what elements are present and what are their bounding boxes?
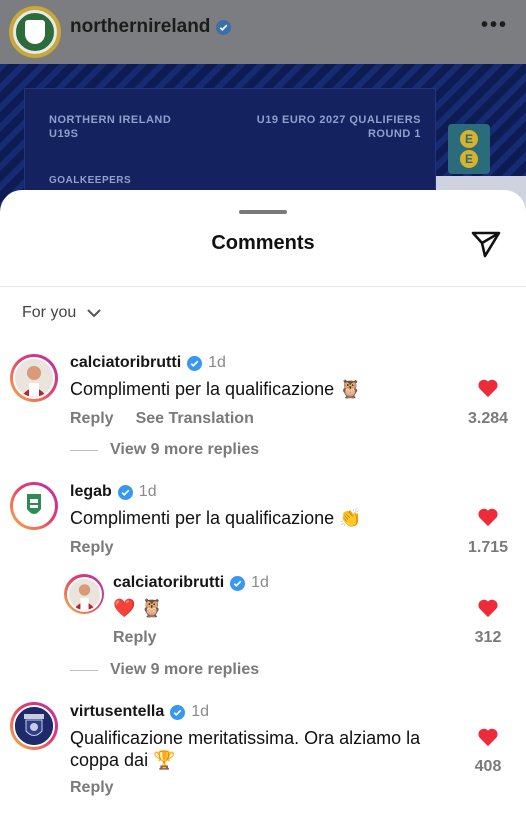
avatar[interactable] (10, 354, 58, 402)
profile-avatar[interactable] (9, 6, 61, 58)
reply-text: ❤️ 🦉 (113, 597, 163, 619)
owl-emoji: 🦉 (140, 598, 163, 618)
red-heart-emoji: ❤️ (113, 598, 136, 618)
verified-badge-icon (170, 704, 186, 720)
sponsor-logo: E E (448, 124, 490, 174)
comment-text: Complimenti per la qualificazione 🦉 (70, 379, 362, 399)
card-section-label: GOALKEEPERS (49, 175, 132, 186)
verified-badge-icon (230, 575, 246, 591)
thread-line (70, 449, 98, 451)
post-username[interactable]: northernireland (70, 16, 232, 38)
like-count[interactable]: 312 (458, 629, 518, 647)
see-translation-button[interactable]: See Translation (136, 410, 254, 428)
more-options-icon[interactable]: ••• (481, 14, 508, 37)
reply-time: 1d (251, 574, 269, 591)
reply-button[interactable]: Reply (113, 629, 157, 647)
reply-button[interactable]: Reply (70, 410, 114, 428)
like-heart-icon[interactable] (477, 727, 499, 747)
reply-username[interactable]: calciatoribrutti 1d (113, 574, 269, 592)
trophy-emoji: 🏆 (153, 750, 176, 770)
card-round: ROUND 1 (367, 128, 421, 140)
view-more-replies[interactable]: View 9 more replies (70, 441, 259, 459)
comment-username[interactable]: calciatoribrutti 1d (70, 354, 226, 372)
chevron-down-icon (87, 309, 101, 318)
reply-actions: Reply (113, 629, 157, 647)
view-more-replies[interactable]: View 9 more replies (70, 661, 259, 679)
comment-time: 1d (138, 483, 157, 500)
comments-sheet: Comments For you calciatoribrutti 1d Com… (0, 190, 526, 813)
comment-time: 1d (208, 354, 226, 371)
like-count[interactable]: 1.715 (458, 539, 518, 557)
verified-badge-icon (187, 355, 203, 371)
post-header: northernireland ••• (0, 0, 526, 64)
thread-line (70, 669, 98, 671)
like-heart-icon[interactable] (477, 598, 499, 618)
sort-filter-dropdown[interactable]: For you (22, 304, 102, 322)
card-team-age: U19S (49, 128, 79, 140)
comment-actions: Reply (70, 779, 114, 797)
like-heart-icon[interactable] (477, 378, 499, 398)
share-icon[interactable] (470, 228, 502, 260)
owl-emoji: 🦉 (339, 379, 362, 399)
comment-username[interactable]: virtusentella 1d (70, 703, 209, 721)
like-count[interactable]: 408 (458, 758, 518, 776)
verified-badge-icon (216, 19, 232, 35)
like-count[interactable]: 3.284 (458, 410, 518, 428)
reply-button[interactable]: Reply (70, 779, 114, 797)
comment-time: 1d (191, 703, 210, 720)
comment-username[interactable]: legab 1d (70, 483, 157, 501)
avatar[interactable] (10, 482, 58, 530)
verified-badge-icon (117, 484, 133, 500)
comment-actions: Reply See Translation (70, 410, 254, 428)
sheet-title: Comments (211, 232, 315, 254)
sheet-divider (0, 286, 526, 287)
reply-button[interactable]: Reply (70, 539, 114, 557)
avatar[interactable] (10, 702, 58, 750)
comment-text: Qualificazione meritatissima. Ora alziam… (70, 728, 421, 770)
avatar[interactable] (64, 574, 104, 614)
card-competition: U19 EURO 2027 QUALIFIERS (256, 114, 421, 126)
comment-text: Complimenti per la qualificazione 👏 (70, 508, 362, 528)
comment-actions: Reply (70, 539, 114, 557)
like-heart-icon[interactable] (477, 507, 499, 527)
clapping-emoji: 👏 (339, 508, 362, 528)
sort-filter-label: For you (22, 304, 77, 321)
card-team-name: NORTHERN IRELAND (49, 114, 172, 126)
sheet-grabber[interactable] (239, 210, 287, 214)
